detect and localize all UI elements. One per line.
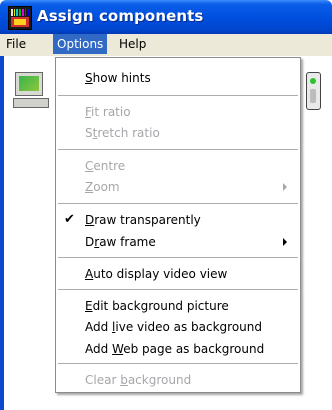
app-icon[interactable] — [8, 6, 32, 30]
submenu-arrow-icon — [283, 238, 287, 246]
menu-separator — [58, 289, 298, 290]
menu-separator — [58, 149, 298, 150]
menu-separator — [58, 203, 298, 204]
menu-item-draw-transparently[interactable]: ✔ Draw transparently — [56, 209, 300, 231]
speaker-device-icon[interactable] — [306, 72, 321, 110]
menu-separator — [58, 95, 298, 96]
menu-item-centre[interactable]: Centre — [56, 155, 300, 177]
menu-item-draw-frame[interactable]: Draw frame — [56, 231, 300, 253]
computer-icon[interactable] — [13, 72, 51, 116]
options-dropdown-menu: Show hints Fit ratio Stretch ratio Centr… — [55, 57, 301, 393]
menu-item-fit-ratio[interactable]: Fit ratio — [56, 101, 300, 123]
menu-item-zoom[interactable]: Zoom — [56, 176, 300, 198]
menu-file[interactable]: File — [2, 34, 30, 54]
menu-item-add-web-page-background[interactable]: Add Web page as background — [56, 338, 300, 360]
submenu-arrow-icon — [283, 183, 287, 191]
menu-separator — [58, 363, 298, 364]
menu-item-add-live-video-background[interactable]: Add live video as background — [56, 316, 300, 338]
menu-separator — [58, 257, 298, 258]
menu-help[interactable]: Help — [115, 34, 150, 54]
menu-options[interactable]: Options — [53, 34, 108, 54]
menu-item-stretch-ratio[interactable]: Stretch ratio — [56, 122, 300, 144]
menu-item-show-hints[interactable]: Show hints — [56, 67, 300, 89]
menu-item-clear-background[interactable]: Clear background — [56, 369, 300, 391]
title-bar: Assign components — [0, 0, 332, 34]
menu-bar: File Options Help — [0, 34, 332, 56]
window-title: Assign components — [37, 7, 204, 25]
menu-item-edit-background-picture[interactable]: Edit background picture — [56, 295, 300, 317]
checkmark-icon: ✔ — [64, 212, 75, 227]
menu-item-auto-display-video-view[interactable]: Auto display video view — [56, 263, 300, 285]
